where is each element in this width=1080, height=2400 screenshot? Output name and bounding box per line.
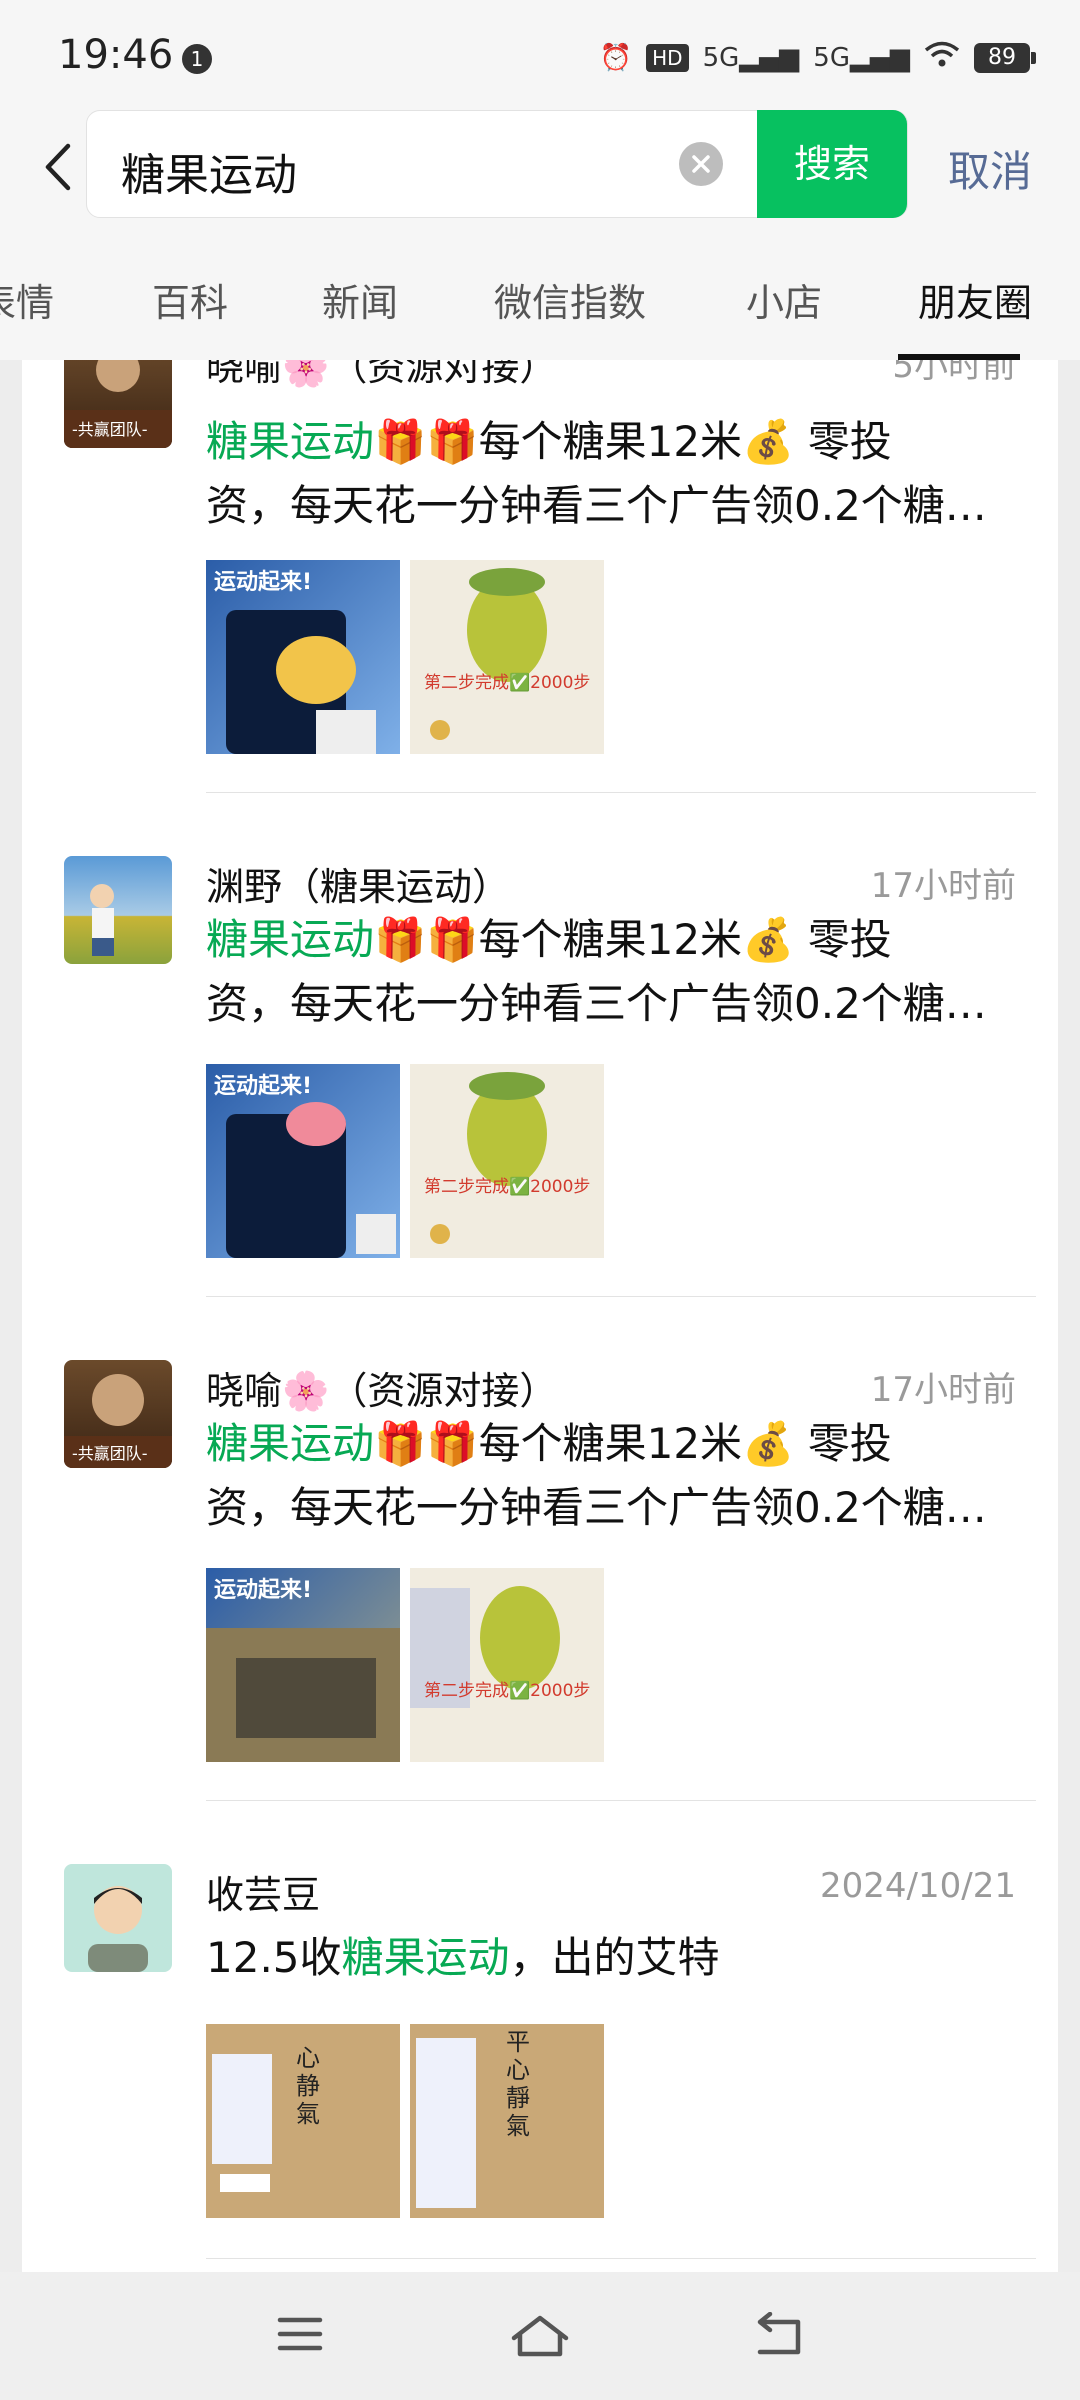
back-icon[interactable] <box>752 2311 806 2364</box>
keyword-highlight: 糖果运动 <box>206 417 375 466</box>
post-time: 2024/10/21 <box>820 1866 1016 1906</box>
post-image[interactable]: 第二步完成✅2000步 <box>410 1568 604 1762</box>
post-time: 17小时前 <box>870 866 1016 906</box>
tab-emoji[interactable]: 表情 <box>0 272 54 327</box>
post-text[interactable]: 12.5收糖果运动，出的艾特 <box>206 1926 1016 1990</box>
home-icon[interactable] <box>508 2312 572 2364</box>
tab-wechat-index[interactable]: 微信指数 <box>494 272 646 327</box>
post-image[interactable]: 运动起来! <box>206 1064 400 1258</box>
post-image[interactable]: 心静氣 <box>206 2024 400 2218</box>
system-nav-bar <box>0 2272 1080 2400</box>
avatar[interactable]: -共赢团队- <box>64 1360 172 1468</box>
hd-badge: HD <box>646 44 689 72</box>
tab-encyclopedia[interactable]: 百科 <box>152 272 228 327</box>
post-image[interactable]: 平心靜氣 <box>410 2024 604 2218</box>
results-list[interactable]: -共赢团队- 晓喻🌸（资源对接） 5小时前 糖果运动🎁🎁每个糖果12米💰 零投 … <box>22 360 1058 2272</box>
post-author[interactable]: 收芸豆 <box>206 1864 320 1919</box>
post-author[interactable]: 晓喻🌸（资源对接） <box>206 1360 557 1415</box>
post-author[interactable]: 渊野（糖果运动） <box>206 856 510 911</box>
signal-icon-2: 5G▂▄▆ <box>813 43 910 73</box>
signal-icon-1: 5G▂▄▆ <box>702 43 800 73</box>
notification-badge: 1 <box>182 44 212 74</box>
search-header: 糖果运动 搜索 取消 <box>0 110 1080 230</box>
keyword-highlight: 糖果运动 <box>206 1419 375 1468</box>
search-button[interactable]: 搜索 <box>757 110 907 218</box>
divider <box>206 1296 1036 1297</box>
category-tabs: 表情 百科 新闻 微信指数 小店 朋友圈 <box>0 230 1080 360</box>
keyword-highlight: 糖果运动 <box>341 1933 510 1982</box>
cancel-button[interactable]: 取消 <box>948 138 1032 199</box>
post-text[interactable]: 糖果运动🎁🎁每个糖果12米💰 零投 资，每天花一分钟看三个广告领0.2个糖果，每… <box>206 1412 1016 1540</box>
clear-icon[interactable] <box>679 142 723 186</box>
status-bar: 19:46 1 ⏰ HD 5G▂▄▆ 5G▂▄▆ 89 <box>0 0 1080 110</box>
post-text[interactable]: 糖果运动🎁🎁每个糖果12米💰 零投 资，每天花一分钟看三个广告领0.2个糖果，每… <box>206 410 1016 538</box>
post-image[interactable]: 运动起来! <box>206 560 400 754</box>
clock: 19:46 <box>58 32 174 78</box>
status-icons: ⏰ HD 5G▂▄▆ 5G▂▄▆ 89 <box>599 38 1036 78</box>
tab-news[interactable]: 新闻 <box>322 272 398 327</box>
wifi-icon <box>924 41 960 76</box>
alarm-icon: ⏰ <box>599 43 633 73</box>
tab-moments[interactable]: 朋友圈 <box>918 272 1032 327</box>
post-image[interactable]: 第二步完成✅2000步 <box>410 560 604 754</box>
avatar[interactable] <box>64 1864 172 1972</box>
search-input[interactable]: 糖果运动 <box>121 139 297 203</box>
search-field[interactable]: 糖果运动 搜索 <box>86 110 908 218</box>
post-image[interactable]: 第二步完成✅2000步 <box>410 1064 604 1258</box>
menu-icon[interactable] <box>276 2312 324 2360</box>
post-time: 5小时前 <box>892 360 1016 386</box>
battery-icon: 89 <box>974 43 1036 73</box>
post-author[interactable]: 晓喻🌸（资源对接） <box>206 360 557 391</box>
chevron-left-icon[interactable] <box>32 132 84 202</box>
tab-shop[interactable]: 小店 <box>746 272 822 327</box>
post-time: 17小时前 <box>870 1370 1016 1410</box>
divider <box>206 1800 1036 1801</box>
divider <box>206 792 1036 793</box>
post-text[interactable]: 糖果运动🎁🎁每个糖果12米💰 零投 资，每天花一分钟看三个广告领0.2个糖果，每… <box>206 908 1016 1036</box>
divider <box>206 2258 1036 2259</box>
keyword-highlight: 糖果运动 <box>206 915 375 964</box>
post-image[interactable]: 运动起来! <box>206 1568 400 1762</box>
avatar[interactable]: -共赢团队- <box>64 360 172 448</box>
avatar[interactable] <box>64 856 172 964</box>
